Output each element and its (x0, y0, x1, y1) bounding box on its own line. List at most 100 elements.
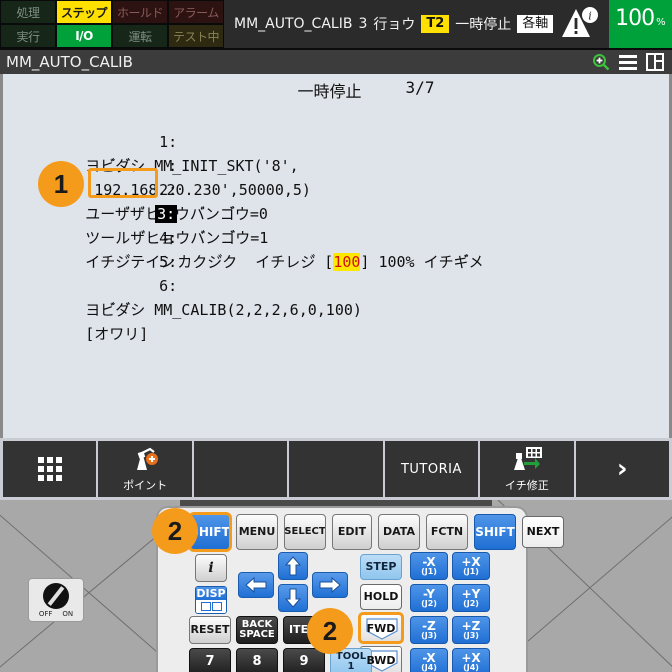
status-light-io: I/O (56, 24, 112, 48)
app-root: 処理 ステップ ホールド アラーム 実行 I/O 運転 テスト中 MM_AUTO… (0, 0, 672, 672)
jog-key-plus-z-j3[interactable]: +Z (J3) (452, 616, 490, 644)
status-program-name: MM_AUTO_CALIB (234, 16, 353, 32)
numpad-key-8[interactable]: 8 (236, 648, 278, 672)
annotation-box-program-line (88, 168, 158, 198)
arrow-up-key[interactable] (278, 552, 308, 580)
backspace-key-label: BACK SPACE (239, 618, 275, 640)
disp-key[interactable]: DISP (195, 586, 227, 614)
toolbar-key-point[interactable]: ポイント (98, 441, 192, 497)
pendant-row-top: SHIFT MENU SELECT EDIT DATA FCTN SHIFT N… (188, 512, 564, 552)
split-view-icon[interactable] (646, 53, 664, 71)
robot-touchup-icon (509, 446, 545, 475)
status-run-state: 一時停止 (455, 17, 512, 33)
next-key[interactable]: NEXT (522, 516, 564, 548)
step-key[interactable]: STEP (360, 554, 402, 580)
override-unit: % (656, 17, 666, 28)
grid-dots-icon (37, 457, 62, 481)
jog-key-axis: (J3) (421, 631, 437, 641)
bwd-key-label: BWD (366, 653, 396, 667)
jog-key-plus-x-j4[interactable]: +X (J4) (452, 648, 490, 672)
annotation-badge-2-shift: 2 (152, 508, 198, 554)
annotation-badge-1: 1 (38, 161, 84, 207)
toolbar-key-empty-2[interactable] (289, 441, 383, 497)
status-light-step: ステップ (56, 0, 112, 24)
fctn-key[interactable]: FCTN (426, 514, 468, 550)
status-light-hold: ホールド (112, 0, 168, 24)
page-title: MM_AUTO_CALIB (6, 53, 133, 71)
jog-key-minus-y-j2[interactable]: -Y (J2) (410, 584, 448, 612)
jog-key-plus-y-j2[interactable]: +Y (J2) (452, 584, 490, 612)
jog-key-minus-x-j4[interactable]: -X (J4) (410, 648, 448, 672)
status-light-grid: 処理 ステップ ホールド アラーム 実行 I/O 運転 テスト中 (0, 0, 224, 48)
select-key[interactable]: SELECT (284, 514, 326, 550)
jog-key-minus-x-j1[interactable]: -X (J1) (410, 552, 448, 580)
status-line-number: 3 (358, 16, 368, 32)
program-line[interactable]: 1: ヨビ゙ダ゙シ MM_INIT_SKT('8', (3, 106, 669, 175)
warning-info-icon[interactable]: i (553, 0, 608, 48)
disp-key-label: DISP (196, 587, 226, 600)
svg-text:i: i (588, 10, 592, 23)
title-bar: MM_AUTO_CALIB (0, 48, 672, 74)
numpad-key-9[interactable]: 9 (283, 648, 325, 672)
program-line-number: 4: (159, 229, 178, 247)
status-message: MM_AUTO_CALIB 3 行ョウ T2 一時停止 各軸 (224, 0, 554, 48)
backspace-key[interactable]: BACK SPACE (236, 616, 278, 644)
jog-key-plus-x-j1[interactable]: +X (J1) (452, 552, 490, 580)
shift-key-right[interactable]: SHIFT (474, 514, 516, 550)
jog-key-axis: (J3) (463, 631, 479, 641)
annotation-badge-2-fwd: 2 (307, 608, 353, 654)
jog-key-minus-z-j3[interactable]: -Z (J3) (410, 616, 448, 644)
fwd-key[interactable]: FWD (358, 612, 404, 644)
status-light-run: 実行 (0, 24, 56, 48)
numpad-key-7[interactable]: 7 (189, 648, 231, 672)
info-key[interactable]: i (195, 554, 227, 582)
arrow-down-key[interactable] (278, 584, 308, 612)
jog-key-axis: (J2) (421, 599, 437, 609)
status-light-operate: 運転 (112, 24, 168, 48)
jog-key-axis: (J1) (421, 567, 437, 577)
power-switch-on-label: ON (62, 609, 74, 618)
title-bar-icons (592, 53, 672, 71)
zoom-in-icon[interactable] (592, 53, 610, 71)
tool-key-number: 1 (347, 661, 355, 672)
hold-key[interactable]: HOLD (360, 584, 402, 610)
toolbar-key-tutorial[interactable]: TUTORIA (384, 441, 479, 497)
jog-key-axis: (J4) (421, 663, 437, 672)
override-indicator[interactable]: 100 % (608, 0, 672, 48)
status-light-shori: 処理 (0, 0, 56, 24)
data-key[interactable]: DATA (378, 514, 420, 550)
toolbar-key-point-label: ポイント (123, 478, 168, 492)
hamburger-menu-icon[interactable] (619, 53, 637, 71)
toolbar-key-empty-1[interactable] (193, 441, 288, 497)
jog-key-axis: (J4) (463, 663, 479, 672)
override-value: 100 (615, 6, 655, 31)
fwd-key-label: FWD (366, 621, 396, 635)
status-motion-type: 各軸 (517, 14, 554, 34)
arrow-right-key[interactable] (312, 572, 348, 598)
toolbar-key-touchup[interactable]: イチ修正 (480, 441, 574, 497)
program-editor[interactable]: 一時停止 3/7 1: ヨビ゙ダ゙シ MM_INIT_SKT('8', : '1… (0, 74, 672, 438)
power-switch[interactable]: OFF ON (28, 578, 84, 622)
reset-key[interactable]: RESET (189, 616, 231, 644)
status-line-unit: 行ョウ (373, 17, 416, 33)
status-light-alarm: アラーム (168, 0, 224, 24)
jog-key-axis: (J2) (463, 599, 479, 609)
menu-key[interactable]: MENU (236, 514, 278, 550)
toolbar-key-next-page[interactable]: › (575, 441, 669, 497)
program-line-number: 6: (159, 277, 178, 295)
function-key-toolbar: ポイント TUTORIA イチ修正 › (0, 438, 672, 500)
status-light-test: テスト中 (168, 24, 224, 48)
robot-point-icon (129, 446, 161, 475)
status-bar: 処理 ステップ ホールド アラーム 実行 I/O 運転 テスト中 MM_AUTO… (0, 0, 672, 48)
toolbar-key-touchup-label: イチ修正 (504, 478, 549, 492)
toolbar-key-tutorial-label: TUTORIA (400, 461, 462, 477)
toolbar-key-grid[interactable] (3, 441, 97, 497)
program-line-text: [オワリ] (85, 325, 149, 343)
program-value-highlight[interactable]: 100 (333, 253, 361, 271)
arrow-left-key[interactable] (238, 572, 274, 598)
disp-key-layout-icon (196, 600, 226, 613)
jog-key-axis: (J1) (463, 567, 479, 577)
program-line-number-selected: 3: (155, 205, 178, 223)
edit-key[interactable]: EDIT (332, 514, 372, 550)
status-mode-tag: T2 (421, 14, 450, 34)
